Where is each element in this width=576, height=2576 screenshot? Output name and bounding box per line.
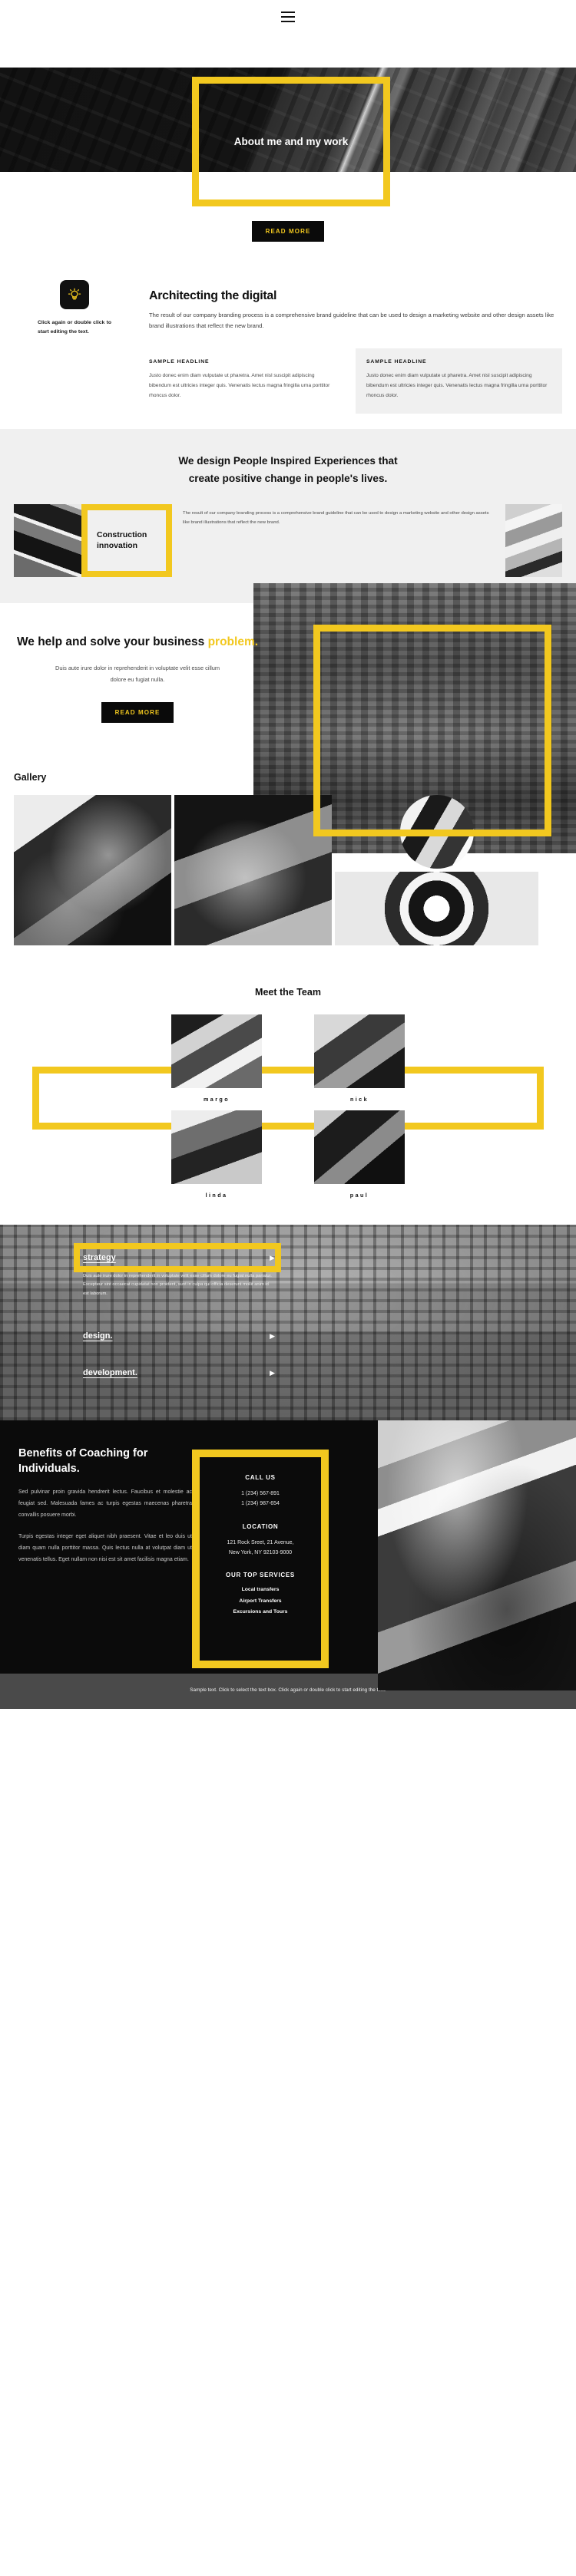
help-body: Duis aute irure dolor in reprehenderit i… [55, 665, 220, 683]
sample-card-text: Justo donec enim diam vulputate ut phare… [149, 373, 330, 398]
team-member-photo [314, 1014, 405, 1089]
construction-photo-left [14, 503, 81, 577]
contact-spacer [207, 1558, 313, 1572]
play-arrow-icon[interactable]: ▶ [270, 1369, 275, 1377]
architecting-body: The result of our company branding proce… [149, 312, 554, 330]
team-member-photo [171, 1110, 262, 1185]
site-header [0, 0, 576, 34]
gallery-image-headphones[interactable] [335, 872, 538, 946]
people-row: Construction innovation The result of ou… [14, 503, 562, 577]
services-list: strategy ▶ Duis aute irure dolor in repr… [0, 1225, 576, 1378]
architecting-right: Architecting the digital The result of o… [149, 279, 562, 414]
benefits-heading: Benefits of Coaching for Individuals. [18, 1447, 148, 1475]
people-heading-line2: create positive change in people's lives… [188, 472, 388, 484]
location-title: LOCATION [242, 1522, 279, 1530]
phone-number-1[interactable]: 1 (234) 567-891 [207, 1489, 313, 1499]
people-heading-line1: We design People Inspired Experiences th… [178, 454, 398, 467]
help-cta-wrap: READ MORE [14, 702, 261, 724]
architecting-heading: Architecting the digital [149, 289, 277, 302]
people-heading: We design People Inspired Experiences th… [14, 452, 562, 487]
team-title: Meet the Team [255, 987, 321, 998]
contact-spacer [207, 1578, 313, 1585]
team-member-photo [314, 1110, 405, 1185]
sample-card-text: Justo donec enim diam vulputate ut phare… [366, 373, 548, 398]
address-line-2: New York, NY 92103-9000 [228, 1550, 293, 1556]
gallery-cell-headphones [335, 872, 538, 946]
sample-cards: SAMPLE HEADLINE Justo donec enim diam vu… [149, 348, 562, 414]
team-member[interactable]: margo [169, 1014, 264, 1103]
team-member-name: nick [350, 1096, 369, 1103]
benefits-section: Benefits of Coaching for Individuals. Se… [0, 1420, 576, 1691]
service-item-strategy[interactable]: strategy ▶ Duis aute irure dolor in repr… [74, 1243, 576, 1298]
service-row[interactable]: strategy ▶ [83, 1252, 275, 1263]
hero-section: About me and my work [0, 34, 576, 210]
team-member-name: linda [205, 1192, 228, 1199]
team-member-photo [171, 1014, 262, 1089]
landing-page: About me and my work READ MORE Click aga… [0, 0, 576, 1710]
construction-innovation-text: The result of our company branding proce… [183, 510, 489, 526]
help-heading: We help and solve your business problem. [14, 634, 261, 651]
hero-read-more-button[interactable]: READ MORE [252, 221, 324, 242]
team-member[interactable]: nick [312, 1014, 407, 1103]
service-item-development[interactable]: development. ▶ [83, 1367, 576, 1378]
top-service-1[interactable]: Local transfers [207, 1585, 313, 1595]
hamburger-menu-icon[interactable] [281, 12, 295, 22]
play-arrow-icon[interactable]: ▶ [270, 1254, 275, 1262]
service-description: Duis aute irure dolor in reprehenderit i… [83, 1274, 272, 1296]
service-name[interactable]: development. [83, 1368, 137, 1377]
service-row[interactable]: design. ▶ [83, 1331, 275, 1341]
call-us-title: CALL US [245, 1474, 276, 1482]
people-inspired-section: We design People Inspired Experiences th… [0, 428, 576, 603]
service-spacer [83, 1346, 576, 1367]
contact-spacer [207, 1509, 313, 1523]
team-grid: margo nick linda paul [169, 1014, 407, 1199]
address-line-1: 121 Rock Sreet, 21 Avenue, [227, 1539, 294, 1545]
top-services-title: OUR TOP SERVICES [226, 1572, 295, 1579]
top-service-2[interactable]: Airport Transfers [207, 1596, 313, 1607]
top-service-3[interactable]: Excursions and Tours [207, 1607, 313, 1618]
sample-card-headline: SAMPLE HEADLINE [149, 359, 210, 365]
services-section: strategy ▶ Duis aute irure dolor in repr… [0, 1225, 576, 1421]
contact-card: CALL US 1 (234) 567-891 1 (234) 987-654 … [192, 1450, 329, 1669]
help-read-more-button[interactable]: READ MORE [101, 702, 174, 724]
help-yellow-frame [313, 624, 551, 836]
architecting-caption: Click again or double click to start edi… [38, 320, 111, 335]
service-spacer [83, 1303, 576, 1331]
lightbulb-icon [60, 280, 89, 309]
hero-cta-wrap: READ MORE [0, 210, 576, 262]
benefits-paragraph-1: Sed pulvinar proin gravida hendrerit lec… [18, 1489, 192, 1518]
service-item-design[interactable]: design. ▶ [83, 1331, 576, 1341]
architecting-left: Click again or double click to start edi… [14, 279, 135, 414]
construction-innovation-title: Construction innovation [97, 530, 147, 551]
service-name[interactable]: design. [83, 1331, 113, 1341]
team-member-name: margo [204, 1096, 230, 1103]
sample-card: SAMPLE HEADLINE Justo donec enim diam vu… [356, 348, 562, 414]
we-help-section: We help and solve your business problem.… [0, 582, 576, 853]
construction-innovation-card: Construction innovation [81, 503, 172, 577]
service-name[interactable]: strategy [83, 1253, 116, 1262]
benefits-content: Benefits of Coaching for Individuals. Se… [0, 1446, 192, 1565]
woman-portrait-image [378, 1420, 576, 1691]
benefits-paragraph-2: Turpis egestas integer eget aliquet nibh… [18, 1534, 192, 1562]
phone-number-2[interactable]: 1 (234) 987-654 [207, 1499, 313, 1509]
architecting-section: Click again or double click to start edi… [0, 262, 576, 429]
gallery-image-portrait[interactable] [174, 795, 332, 946]
sample-card: SAMPLE HEADLINE Justo donec enim diam vu… [149, 348, 345, 414]
sample-card-headline: SAMPLE HEADLINE [366, 359, 427, 365]
contact-card-inner: CALL US 1 (234) 567-891 1 (234) 987-654 … [200, 1457, 321, 1634]
team-member-name: paul [349, 1192, 369, 1199]
help-content: We help and solve your business problem.… [0, 634, 261, 724]
service-row[interactable]: development. ▶ [83, 1367, 275, 1378]
help-heading-accent: problem. [207, 635, 259, 648]
gallery-image-earring[interactable] [14, 795, 171, 946]
team-section: Meet the Team margo nick linda paul [0, 976, 576, 1225]
construction-photo-right [505, 503, 562, 577]
help-heading-main: We help and solve your business [16, 635, 208, 648]
team-member[interactable]: linda [169, 1110, 264, 1199]
hero-title: About me and my work [233, 135, 349, 147]
play-arrow-icon[interactable]: ▶ [270, 1332, 275, 1341]
team-member[interactable]: paul [312, 1110, 407, 1199]
